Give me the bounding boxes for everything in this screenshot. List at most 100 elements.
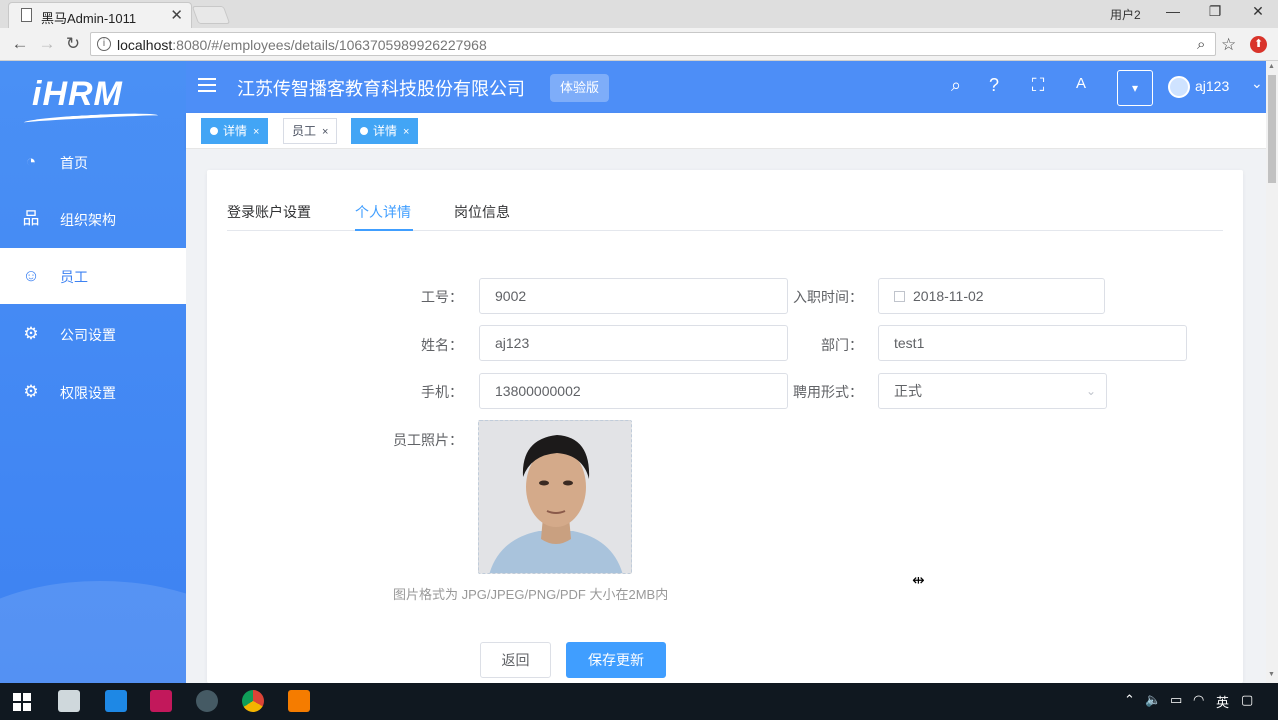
resize-cursor-icon: ⇹ <box>912 572 925 589</box>
url-text[interactable]: localhost:8080/#/employees/details/10637… <box>117 37 487 53</box>
url-host: localhost <box>117 37 173 53</box>
windows-start-icon[interactable] <box>13 693 31 711</box>
close-icon[interactable]: × <box>253 126 259 138</box>
reload-icon[interactable]: ↻ <box>62 34 84 54</box>
chevron-down-icon[interactable]: ⌄ <box>1251 75 1263 92</box>
employee-photo-uploader[interactable] <box>478 420 632 574</box>
sidebar-item-company-settings[interactable]: ⚙ 公司设置 <box>0 306 186 362</box>
intellij-icon[interactable] <box>150 690 172 712</box>
scroll-thumb[interactable] <box>1268 75 1276 183</box>
tag-employees[interactable]: 员工 × <box>283 118 338 144</box>
windows-taskbar: ⌃ 🔈 ▭ ◠ 英 ▢ <box>0 683 1278 720</box>
sidebar-item-employees[interactable]: ☺ 员工 <box>0 248 186 304</box>
battery-icon[interactable]: ▭ <box>1170 692 1182 708</box>
forward-arrow-icon[interactable]: → <box>36 34 58 54</box>
gear-icon: ⚙ <box>23 382 39 401</box>
bookmark-star-icon[interactable]: ☆ <box>1221 35 1236 55</box>
scroll-up-icon[interactable]: ▲ <box>1268 63 1275 70</box>
company-name: 江苏传智播客教育科技股份有限公司 <box>237 79 525 99</box>
username[interactable]: aj123 <box>1195 78 1229 94</box>
sidebar-item-label: 首页 <box>60 155 88 171</box>
employee-detail-card: 登录账户设置 个人详情 岗位信息 工号： 9002 入职时间： 2018-11-… <box>207 170 1243 683</box>
hire-date-label: 入职时间： <box>793 289 863 305</box>
theme-dropdown-button[interactable]: ▾ <box>1117 70 1153 106</box>
minimize-icon[interactable]: — <box>1158 3 1188 19</box>
dolphin-app-icon[interactable] <box>196 690 218 712</box>
dashboard-icon: ◔ <box>25 152 37 171</box>
photo-label: 员工照片： <box>393 432 463 448</box>
browser-toolbar: ← → ↻ i localhost:8080/#/employees/detai… <box>0 28 1278 61</box>
tab-personal-details[interactable]: 个人详情 <box>355 202 411 222</box>
scroll-down-icon[interactable]: ▼ <box>1268 671 1275 678</box>
tag-details-2[interactable]: 详情 × <box>351 118 419 144</box>
tag-label: 详情 <box>373 124 398 138</box>
org-tree-icon: 品 <box>22 209 40 228</box>
tag-details-1[interactable]: 详情 × <box>201 118 269 144</box>
save-update-button[interactable]: 保存更新 <box>566 642 666 678</box>
close-icon[interactable]: × <box>403 126 409 138</box>
tray-chevron-icon[interactable]: ⌃ <box>1124 692 1135 708</box>
network-icon[interactable]: ◠ <box>1193 692 1204 708</box>
employment-type-label: 聘用形式： <box>793 384 863 400</box>
logo-text: iHRM <box>32 75 123 113</box>
sidebar-item-label: 权限设置 <box>60 385 116 401</box>
sidebar-item-permissions[interactable]: ⚙ 权限设置 <box>0 364 186 420</box>
employment-type-value: 正式 <box>894 383 922 399</box>
browser-titlebar: 黑马Admin-1011 ✕ 用户2 — ❐ ✕ <box>0 0 1278 28</box>
notification-icon[interactable]: ▢ <box>1241 692 1253 708</box>
gear-icon: ⚙ <box>23 324 39 343</box>
employee-no-label: 工号： <box>421 289 463 305</box>
employee-icon: ☺ <box>22 266 40 285</box>
mobile-input[interactable]: 13800000002 <box>479 373 788 409</box>
help-icon[interactable]: ? <box>983 75 1005 96</box>
document-icon <box>21 8 32 22</box>
tags-view: 详情 × 员工 × 详情 × <box>186 113 1266 149</box>
active-dot-icon <box>210 127 218 135</box>
page-scrollbar[interactable]: ▲ ▼ <box>1266 61 1278 683</box>
back-arrow-icon[interactable]: ← <box>9 34 31 54</box>
name-label: 姓名： <box>421 337 463 353</box>
sidebar: iHRM ◔ 首页 品 组织架构 ☺ 员工 ⚙ 公司设置 ⚙ 权限设置 <box>0 61 186 683</box>
restore-icon[interactable]: ❐ <box>1200 3 1230 20</box>
file-explorer-icon[interactable] <box>58 690 80 712</box>
active-tab-indicator <box>355 229 413 231</box>
close-icon[interactable]: × <box>322 126 328 138</box>
close-window-icon[interactable]: ✕ <box>1243 3 1273 20</box>
sidebar-item-org[interactable]: 品 组织架构 <box>0 191 186 247</box>
photo-format-hint: 图片格式为 JPG/JPEG/PNG/PDF 大小在2MB内 <box>393 587 669 602</box>
sidebar-item-home[interactable]: ◔ 首页 <box>0 134 186 190</box>
browser-profile-label[interactable]: 用户2 <box>1110 6 1141 23</box>
avatar[interactable] <box>1168 76 1190 98</box>
employee-portrait-image <box>479 421 631 573</box>
name-input[interactable]: aj123 <box>479 325 788 361</box>
department-input[interactable]: test1 <box>878 325 1187 361</box>
info-icon[interactable]: i <box>97 37 111 51</box>
translate-icon[interactable]: A <box>1070 75 1092 92</box>
tag-label: 详情 <box>223 124 248 138</box>
hire-date-value: 2018-11-02 <box>913 288 984 304</box>
chevron-down-icon: ⌄ <box>1085 384 1096 398</box>
ime-indicator[interactable]: 英 <box>1216 692 1229 711</box>
sublime-icon[interactable] <box>288 690 310 712</box>
ihrm-logo: iHRM <box>23 69 164 129</box>
hamburger-menu-icon[interactable] <box>198 78 216 94</box>
hire-date-picker[interactable]: 2018-11-02 <box>878 278 1105 314</box>
back-button[interactable]: 返回 <box>480 642 551 678</box>
fullscreen-icon[interactable]: ⛶ <box>1027 75 1049 96</box>
extension-icon[interactable]: ⬆ <box>1250 36 1267 53</box>
top-navbar: 江苏传智播客教育科技股份有限公司 体验版 ⌕ ? ⛶ A ▾ aj123 ⌄ <box>186 61 1266 113</box>
employment-type-select[interactable]: 正式 ⌄ <box>878 373 1107 409</box>
tag-label: 员工 <box>292 124 317 138</box>
vscode-icon[interactable] <box>105 690 127 712</box>
search-icon[interactable]: ⌕ <box>945 75 967 96</box>
tab-position-info[interactable]: 岗位信息 <box>454 202 510 222</box>
chrome-icon[interactable] <box>242 690 264 712</box>
new-tab-button[interactable] <box>191 6 231 24</box>
browser-tab[interactable]: 黑马Admin-1011 ✕ <box>8 2 192 28</box>
tab-account-settings[interactable]: 登录账户设置 <box>227 202 311 222</box>
close-tab-icon[interactable]: ✕ <box>170 6 183 24</box>
address-bar[interactable]: i localhost:8080/#/employees/details/106… <box>90 32 1216 56</box>
employee-no-input[interactable]: 9002 <box>479 278 788 314</box>
zoom-icon[interactable]: ⌕ <box>1197 36 1205 53</box>
volume-icon[interactable]: 🔈 <box>1145 692 1161 708</box>
